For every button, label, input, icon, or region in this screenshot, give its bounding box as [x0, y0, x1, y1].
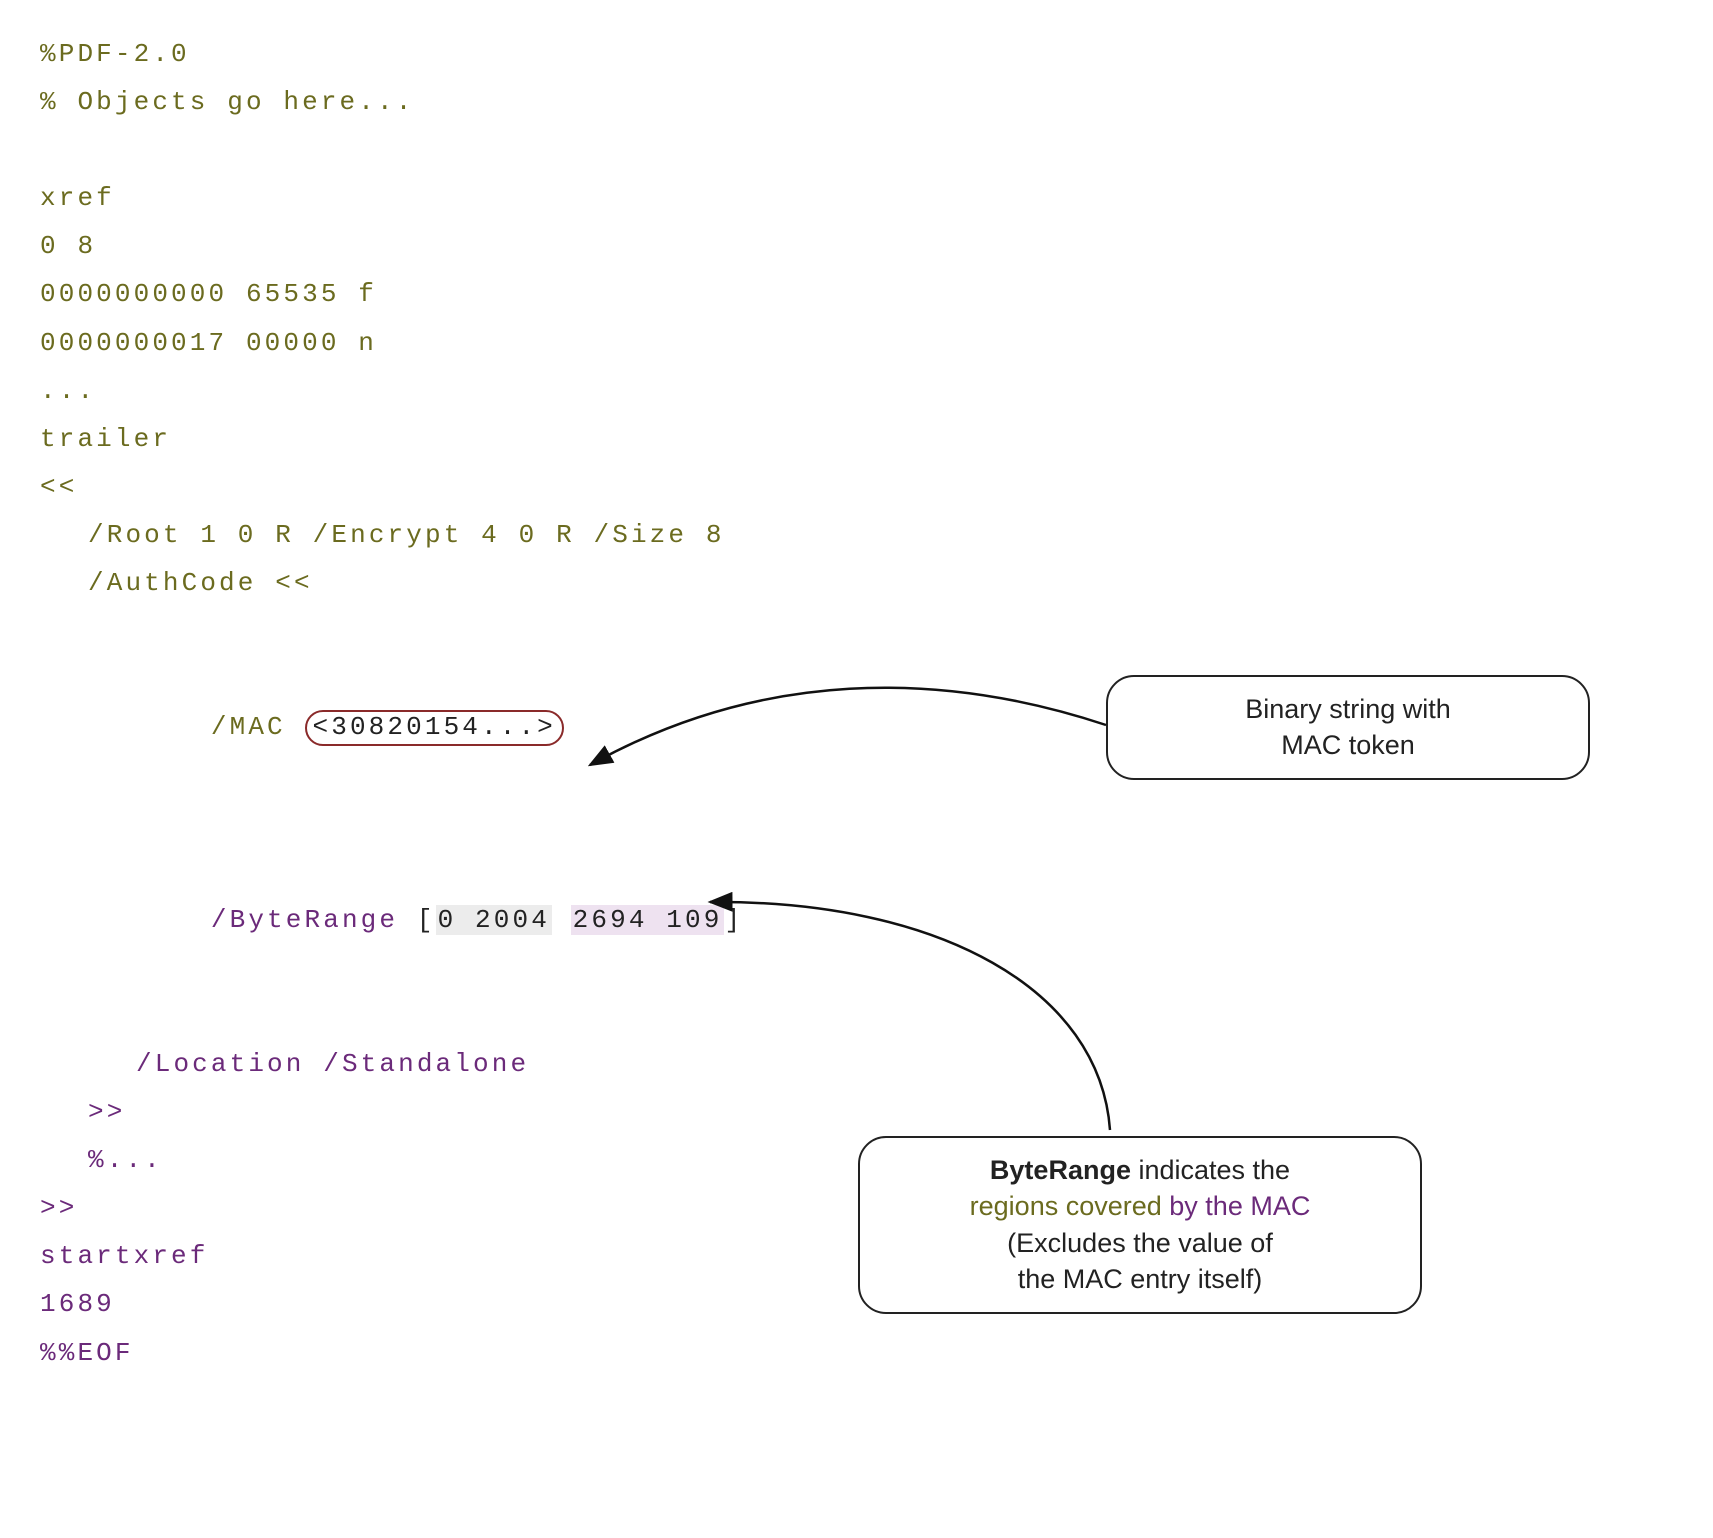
code-line: /Location /Standalone [136, 1049, 529, 1079]
br-l2a: regions covered [970, 1191, 1162, 1221]
code-line: /AuthCode << [88, 568, 313, 598]
byterange-1: 0 2004 [436, 905, 552, 935]
code-line: >> [40, 1193, 77, 1223]
code-line: 0 8 [40, 231, 96, 261]
code-line: >> [88, 1097, 125, 1127]
br-w2: indicates the [1131, 1155, 1290, 1185]
mac-value-highlight: <30820154...> [305, 710, 564, 745]
code-line: 1689 [40, 1289, 115, 1319]
code-line: startxref [40, 1241, 209, 1271]
mac-value: <30820154...> [313, 712, 556, 742]
code-line: /Root 1 0 R /Encrypt 4 0 R /Size 8 [88, 520, 725, 550]
callout-mac: Binary string with MAC token [1106, 675, 1590, 780]
diagram-root: %PDF-2.0 % Objects go here... xref 0 8 0… [40, 30, 1683, 1377]
code-line: 0000000017 00000 n [40, 328, 377, 358]
br-l2b: by the MAC [1162, 1191, 1311, 1221]
code-line: << [40, 472, 77, 502]
byterange-2: 2694 109 [571, 905, 725, 935]
byterange-line: /ByteRange [0 2004 2694 109] [40, 848, 1683, 992]
code-line: xref [40, 183, 115, 213]
br-l4: the MAC entry itself) [890, 1261, 1390, 1297]
code-line: trailer [40, 424, 171, 454]
callout-byterange: ByteRange indicates the regions covered … [858, 1136, 1422, 1314]
code-line: 0000000000 65535 f [40, 279, 377, 309]
br-w1: ByteRange [990, 1155, 1131, 1185]
code-line: ... [40, 376, 96, 406]
bracket-open: [ [417, 905, 436, 935]
callout-mac-l1: Binary string with [1138, 691, 1558, 727]
callout-mac-l2: MAC token [1138, 727, 1558, 763]
code-line: %... [88, 1145, 163, 1175]
bracket-close: ] [724, 905, 743, 935]
br-l3: (Excludes the value of [890, 1225, 1390, 1261]
code-line: % Objects go here... [40, 87, 414, 117]
byterange-key: /ByteRange [211, 905, 417, 935]
code-line: %%EOF [40, 1338, 134, 1368]
code-line: %PDF-2.0 [40, 39, 190, 69]
mac-key: /MAC [211, 712, 305, 742]
